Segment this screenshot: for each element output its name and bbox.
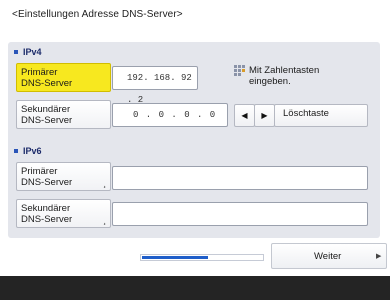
ipv6-primary-dns-button[interactable]: Primärer DNS-Server ¸ xyxy=(16,162,111,191)
bottom-status-bar xyxy=(0,276,390,300)
ipv6-heading-text: IPv6 xyxy=(23,146,42,156)
ipv6-secondary-dns-field[interactable] xyxy=(112,202,368,226)
page-progress-fill xyxy=(142,256,208,259)
dns-settings-panel: IPv4 Primärer DNS-Server 192. 168. 92 . … xyxy=(8,42,380,238)
next-button[interactable]: Weiter ▶ xyxy=(271,243,387,269)
dropdown-marker-icon: ¸ xyxy=(103,179,106,188)
backspace-label: Löschtaste xyxy=(283,108,329,119)
numeric-keypad-icon xyxy=(234,65,246,76)
hint-line1: Mit Zahlentasten xyxy=(249,65,320,76)
ipv4-secondary-label-line2: DNS-Server xyxy=(21,115,73,126)
ipv4-primary-dns-value: 192. 168. 92 . 2 xyxy=(127,73,192,105)
numeric-input-hint: Mit Zahlentasten eingeben. xyxy=(234,65,374,87)
ipv6-heading: IPv6 xyxy=(14,146,42,156)
section-bullet-icon xyxy=(14,49,18,54)
ipv6-primary-label-line2: DNS-Server xyxy=(21,177,73,188)
section-bullet-icon xyxy=(14,148,18,153)
ipv4-secondary-dns-button[interactable]: Sekundärer DNS-Server xyxy=(16,100,111,129)
ipv6-secondary-label-line2: DNS-Server xyxy=(21,214,73,225)
screen-title: <Einstellungen Adresse DNS-Server> xyxy=(12,9,183,20)
ipv6-primary-dns-field[interactable] xyxy=(112,166,368,190)
dropdown-marker-icon: ¸ xyxy=(103,216,106,225)
cursor-right-button[interactable]: ▶ xyxy=(254,104,275,127)
ipv6-secondary-dns-button[interactable]: Sekundärer DNS-Server ¸ xyxy=(16,199,111,228)
ipv4-primary-label-line2: DNS-Server xyxy=(21,78,73,89)
ipv4-secondary-label-line1: Sekundärer xyxy=(21,104,71,115)
hint-line2: eingeben. xyxy=(249,76,291,87)
arrow-left-icon: ◀ xyxy=(241,111,248,120)
ipv4-heading-text: IPv4 xyxy=(23,47,42,57)
ipv4-primary-dns-button[interactable]: Primärer DNS-Server xyxy=(16,63,111,92)
ipv4-secondary-dns-field[interactable]: 0 . 0 . 0 . 0 xyxy=(112,103,228,127)
cursor-left-button[interactable]: ◀ xyxy=(234,104,255,127)
ipv4-primary-dns-field[interactable]: 192. 168. 92 . 2 xyxy=(112,66,198,105)
ipv6-primary-label-line1: Primärer xyxy=(21,166,58,177)
next-button-label: Weiter xyxy=(314,251,342,262)
page-progress-bar xyxy=(140,254,264,261)
ipv4-heading: IPv4 xyxy=(14,47,42,57)
ipv4-primary-label-line1: Primärer xyxy=(21,67,58,78)
next-arrow-icon: ▶ xyxy=(376,253,382,260)
ipv4-secondary-dns-value: 0 . 0 . 0 . 0 xyxy=(133,110,217,120)
backspace-button[interactable]: Löschtaste xyxy=(274,104,368,127)
arrow-right-icon: ▶ xyxy=(261,111,268,120)
ipv6-secondary-label-line1: Sekundärer xyxy=(21,203,71,214)
